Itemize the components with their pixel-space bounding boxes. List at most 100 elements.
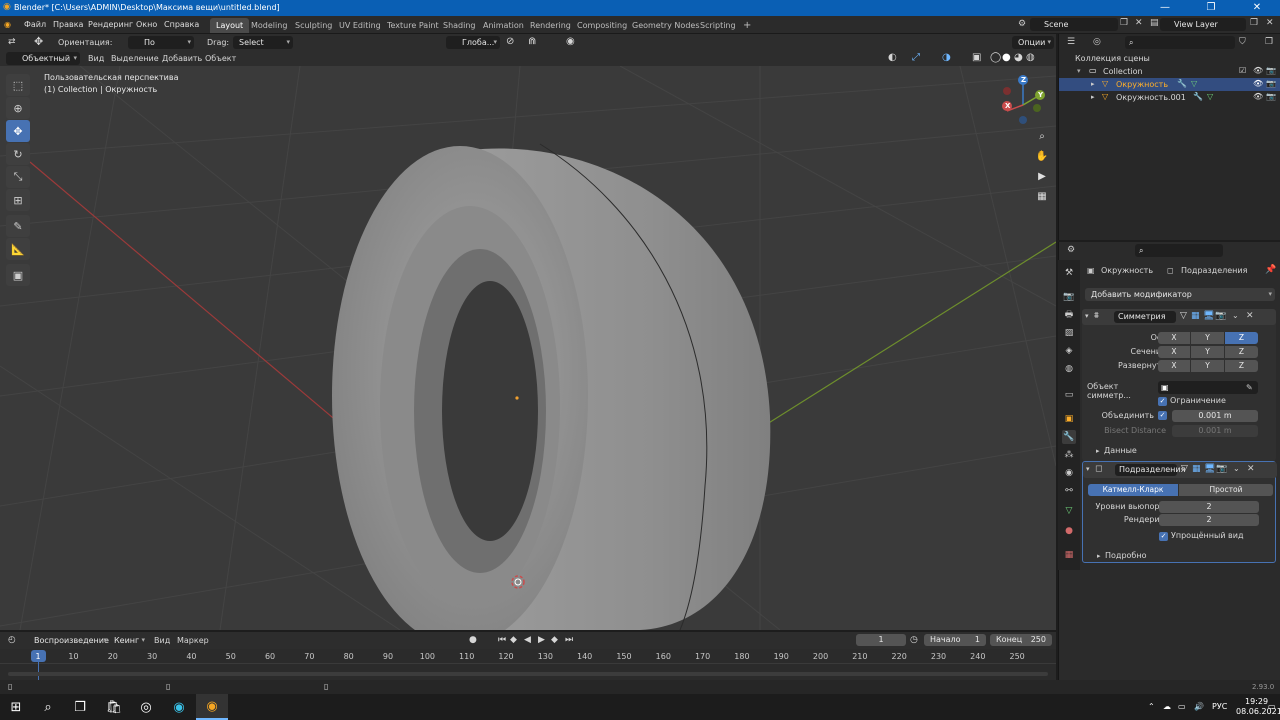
viewport-toggle-icon[interactable]: 🖥: [1204, 464, 1215, 474]
collapse-arrow-icon[interactable]: ▾: [1086, 465, 1090, 473]
item-render-icon[interactable]: 📷: [1266, 79, 1276, 88]
view-layer-field[interactable]: View Layer: [1160, 18, 1246, 31]
item-visibility-icon[interactable]: 👁: [1253, 92, 1263, 101]
item-render-icon[interactable]: 📷: [1266, 92, 1276, 101]
tab-view-layer-icon[interactable]: ▨: [1062, 326, 1076, 340]
axis-x-toggle[interactable]: X: [1158, 332, 1190, 344]
flip-x-toggle[interactable]: X: [1158, 360, 1190, 372]
mirror-name-field[interactable]: Симметрия: [1114, 311, 1176, 323]
catmull-clark-toggle[interactable]: Катмелл-Кларк: [1088, 484, 1178, 496]
clipping-checkbox[interactable]: ✓: [1158, 397, 1167, 406]
on-cage-toggle-icon[interactable]: ▦: [1191, 311, 1200, 321]
menu-window[interactable]: Окно: [136, 20, 157, 29]
timeline-marker-menu[interactable]: Маркер: [177, 636, 209, 645]
outliner-search-input[interactable]: ⌕: [1125, 36, 1235, 49]
new-view-layer-icon[interactable]: ❐: [1250, 18, 1258, 28]
bisect-y-toggle[interactable]: Y: [1191, 346, 1224, 358]
next-keyframe-icon[interactable]: ◆: [551, 635, 558, 645]
flip-y-toggle[interactable]: Y: [1191, 360, 1224, 372]
properties-editor-icon[interactable]: ⚙: [1067, 245, 1075, 255]
snap-icon[interactable]: ⋒: [528, 36, 536, 47]
tab-scripting[interactable]: Scripting: [694, 18, 742, 33]
timeline-view-menu[interactable]: Вид: [154, 636, 170, 645]
transform-icon[interactable]: ⊞: [6, 189, 30, 211]
play-icon[interactable]: ▶: [538, 635, 545, 645]
subsurf-modifier-header[interactable]: ▾ ◻ Подразделения ▽ ▦ 🖥 📷 ⌄ ✕: [1083, 462, 1277, 478]
add-cube-icon[interactable]: ▣: [6, 264, 30, 286]
shading-rendered-icon[interactable]: ◍: [1026, 52, 1035, 63]
outliner-scene-collection[interactable]: Коллекция сцены: [1059, 52, 1280, 65]
edit-mode-toggle-icon[interactable]: ▽: [1180, 311, 1187, 321]
advanced-expand-icon[interactable]: ▸: [1097, 552, 1101, 560]
axis-y-toggle[interactable]: Y: [1191, 332, 1224, 344]
optimal-display-checkbox[interactable]: ✓: [1159, 532, 1168, 541]
language-indicator[interactable]: РУС: [1212, 702, 1227, 711]
bisect-z-toggle[interactable]: Z: [1225, 346, 1258, 358]
task-view-icon[interactable]: ❐: [64, 694, 96, 720]
pan-hand-icon[interactable]: ✋: [1033, 148, 1051, 166]
orientation-dropdown[interactable]: По умолч...: [128, 36, 194, 60]
mirror-modifier-header[interactable]: ▾ ⩩ Симметрия ▽ ▦ 🖥 📷 ⌄ ✕: [1082, 309, 1276, 325]
menu-object[interactable]: Объект: [205, 54, 236, 63]
tab-collection-icon[interactable]: ▭: [1062, 388, 1076, 402]
merge-distance-field[interactable]: 0.001 m: [1172, 410, 1258, 422]
filter-icon[interactable]: ⛉: [1239, 37, 1246, 47]
tab-output-icon[interactable]: 🖶: [1062, 308, 1076, 322]
flip-z-toggle[interactable]: Z: [1225, 360, 1258, 372]
start-frame-field[interactable]: Начало 1: [924, 634, 986, 646]
rotate-icon[interactable]: ↻: [6, 143, 30, 165]
delete-scene-icon[interactable]: ✕: [1135, 18, 1143, 28]
end-frame-field[interactable]: Конец 250: [990, 634, 1052, 646]
blender-menu-icon[interactable]: ◉: [4, 20, 11, 29]
network-icon[interactable]: ▭: [1178, 702, 1186, 711]
measure-icon[interactable]: 📐: [6, 238, 30, 260]
search-icon[interactable]: ⌕: [32, 694, 64, 720]
expand-arrow-icon[interactable]: ▸: [1091, 93, 1095, 101]
dropdown-chevron-icon[interactable]: ⌄: [1232, 311, 1239, 320]
add-modifier-dropdown[interactable]: Добавить модификатор: [1085, 288, 1275, 301]
axis-z-toggle[interactable]: Z: [1225, 332, 1258, 344]
bisect-distance-field[interactable]: 0.001 m: [1172, 425, 1258, 437]
tab-data-icon[interactable]: ▽: [1062, 504, 1076, 518]
expand-arrow-icon[interactable]: ▸: [1091, 80, 1095, 88]
outliner-editor-icon[interactable]: ☰: [1067, 37, 1075, 47]
select-box-icon[interactable]: ⬚: [6, 74, 30, 96]
menu-add[interactable]: Добавить: [162, 54, 202, 63]
close-button[interactable]: ✕: [1234, 0, 1280, 16]
tab-shading[interactable]: Shading: [437, 18, 482, 33]
render-levels-field[interactable]: 2: [1159, 514, 1259, 526]
record-icon[interactable]: ●: [469, 635, 477, 645]
scene-field[interactable]: Scene: [1030, 18, 1118, 31]
tab-particles-icon[interactable]: ⁂: [1062, 448, 1076, 462]
volume-icon[interactable]: 🔊: [1194, 702, 1204, 711]
notifications-icon[interactable]: ▭: [1268, 702, 1276, 711]
tab-material-icon[interactable]: ●: [1062, 524, 1076, 538]
tab-world-icon[interactable]: ◍: [1062, 362, 1076, 376]
tray-chevron-icon[interactable]: ⌃: [1148, 702, 1155, 711]
ortho-grid-icon[interactable]: ▦: [1033, 188, 1051, 206]
bisect-x-toggle[interactable]: X: [1158, 346, 1190, 358]
remove-modifier-icon[interactable]: ✕: [1246, 311, 1254, 321]
editor-type-icon[interactable]: ⇄: [8, 37, 16, 47]
subsurf-name-field[interactable]: Подразделения: [1115, 464, 1185, 476]
shading-wireframe-icon[interactable]: ◯: [990, 52, 1001, 63]
start-windows-icon[interactable]: ⊞: [0, 694, 32, 720]
menu-help[interactable]: Справка: [164, 20, 199, 29]
tab-object-icon[interactable]: ▣: [1062, 412, 1076, 426]
data-expand-icon[interactable]: ▸: [1096, 447, 1100, 455]
tab-physics-icon[interactable]: ◉: [1062, 466, 1076, 480]
tab-render-icon[interactable]: 📷: [1062, 290, 1076, 304]
on-cage-toggle-icon[interactable]: ▦: [1192, 464, 1201, 474]
menu-view[interactable]: Вид: [88, 54, 104, 63]
scale-icon[interactable]: ⤡: [6, 166, 30, 188]
gizmo-icon[interactable]: ⤢: [912, 52, 920, 63]
prev-keyframe-icon[interactable]: ◆: [510, 635, 517, 645]
dropdown-chevron-icon[interactable]: ⌄: [1233, 464, 1240, 473]
tab-tool-icon[interactable]: ⚒: [1062, 266, 1076, 280]
visibility-icon[interactable]: ◐: [888, 52, 897, 63]
pivot-icon[interactable]: ⊘: [506, 36, 514, 47]
menu-render[interactable]: Рендеринг: [88, 20, 133, 29]
clock-time[interactable]: 19:29: [1245, 697, 1268, 706]
new-collection-icon[interactable]: ❐: [1265, 37, 1273, 47]
collection-checkbox-icon[interactable]: ☑: [1239, 66, 1246, 75]
